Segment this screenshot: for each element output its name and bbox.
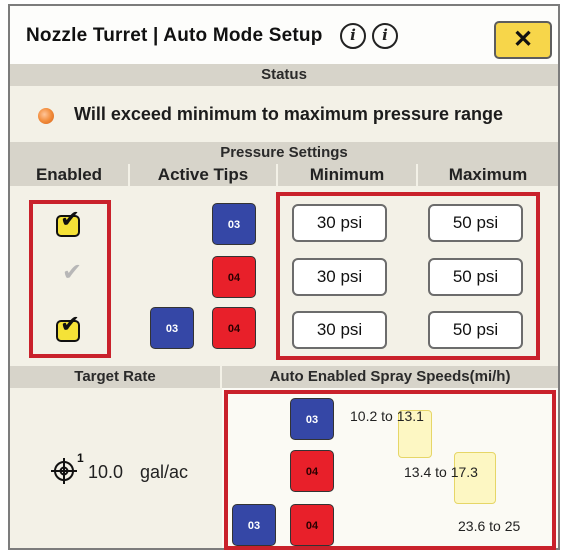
dialog-title: Nozzle Turret | Auto Mode Setup xyxy=(26,25,323,46)
status-message: Will exceed minimum to maximum pressure … xyxy=(74,104,503,124)
target-rate-header: Target Rate xyxy=(10,366,220,388)
minimum-pressure-button-row-2[interactable]: 30 psi xyxy=(292,258,387,296)
auto-mode-setup-dialog: Nozzle Turret | Auto Mode Setup i i ✕ St… xyxy=(8,4,560,550)
target-rate-index: 1 xyxy=(77,451,84,465)
target-rate-panel: 1 10.0 gal/ac xyxy=(10,388,226,548)
help-info-icon[interactable]: i xyxy=(372,23,398,49)
maximum-pressure-button-row-1[interactable]: 50 psi xyxy=(428,204,523,242)
enabled-checkbox-row-2[interactable]: ✔ xyxy=(58,258,86,292)
enabled-checkbox-row-1[interactable]: ✔ xyxy=(56,205,84,239)
checkmark-icon: ✔ xyxy=(60,205,81,233)
title-bar: Nozzle Turret | Auto Mode Setup i i ✕ xyxy=(10,6,558,64)
checkmark-icon: ✔ xyxy=(62,258,83,286)
maximum-pressure-button-row-2[interactable]: 50 psi xyxy=(428,258,523,296)
tip-04-badge: 04 xyxy=(212,256,256,298)
column-header-active-tips: Active Tips xyxy=(130,164,276,186)
status-row: Will exceed minimum to maximum pressure … xyxy=(10,90,558,142)
maximum-pressure-button-row-3[interactable]: 50 psi xyxy=(428,311,523,349)
target-crosshair-icon xyxy=(51,458,77,484)
spray-speeds-highlight-box xyxy=(224,390,556,550)
minimum-pressure-button-row-1[interactable]: 30 psi xyxy=(292,204,387,242)
checkmark-icon: ✔ xyxy=(60,310,81,338)
close-button[interactable]: ✕ xyxy=(494,21,552,59)
target-rate-value: 10.0 xyxy=(88,462,124,482)
column-header-maximum: Maximum xyxy=(418,164,558,186)
column-header-minimum: Minimum xyxy=(278,164,416,186)
minimum-pressure-button-row-3[interactable]: 30 psi xyxy=(292,311,387,349)
status-header: Status xyxy=(10,64,558,86)
info-icon[interactable]: i xyxy=(340,23,366,49)
spray-speeds-header: Auto Enabled Spray Speeds(mi/h) xyxy=(222,366,558,388)
pressure-settings-header: Pressure Settings xyxy=(10,142,558,164)
target-rate-unit: gal/ac xyxy=(140,462,189,482)
tip-03-badge: 03 xyxy=(212,203,256,245)
status-warning-indicator-icon xyxy=(38,108,54,124)
tip-04-badge: 04 xyxy=(212,307,256,349)
tip-03-badge: 03 xyxy=(150,307,194,349)
column-header-enabled: Enabled xyxy=(10,164,128,186)
enabled-checkbox-row-3[interactable]: ✔ xyxy=(56,310,84,344)
